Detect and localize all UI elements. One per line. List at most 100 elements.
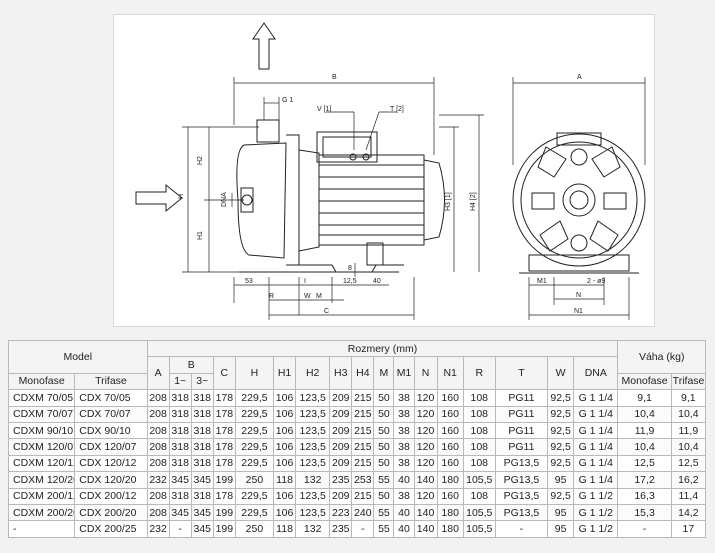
cell-H4: 215 <box>351 454 375 473</box>
cell-H4: 215 <box>351 438 375 456</box>
cell-B-1phase: 318 <box>168 421 192 440</box>
cell-monofase-model: CDXM 120/12 <box>7 454 76 473</box>
cell-M: 55 <box>373 520 395 538</box>
cell-C: 178 <box>212 438 236 456</box>
cell-N1: 160 <box>436 405 464 423</box>
cell-N: 120 <box>413 421 438 440</box>
cell-B-3phase: 345 <box>190 503 214 522</box>
cell-H3: 209 <box>329 487 353 505</box>
cell-H2: 123,5 <box>295 421 331 440</box>
cell-B-3phase: 318 <box>190 389 214 407</box>
cell-B-1phase: - <box>168 520 192 538</box>
cell-H1: 106 <box>273 454 297 473</box>
cell-R: 108 <box>462 389 496 407</box>
header-col-T: T <box>494 356 549 391</box>
label-12-5: 12,5 <box>343 278 357 285</box>
cell-R: 108 <box>462 421 496 440</box>
table-row: CDXM 120/20 CDX 120/20 232 345 345 199 250 118 1… <box>7 471 707 489</box>
cell-DNA: G 1 1/4 <box>573 389 619 407</box>
cell-H1: 106 <box>273 421 297 440</box>
cell-vaha-monofase: 12,5 <box>617 454 672 473</box>
cell-H: 229,5 <box>234 405 275 423</box>
cell-B-1phase: 318 <box>168 487 192 505</box>
cell-B-1phase: 345 <box>168 471 192 489</box>
cell-vaha-trifase: 14,2 <box>670 503 707 522</box>
label-T2: T [2] <box>390 106 404 113</box>
cell-H2: 123,5 <box>295 503 331 522</box>
cell-H: 229,5 <box>234 421 275 440</box>
cell-W: 92,5 <box>547 389 575 407</box>
cell-H3: 209 <box>329 421 353 440</box>
cell-M: 50 <box>373 487 395 505</box>
cell-N: 120 <box>413 389 438 407</box>
cell-H1: 106 <box>273 503 297 522</box>
label-R: R <box>269 293 274 300</box>
cell-M1: 40 <box>393 471 415 489</box>
cell-monofase-model: CDXM 200/12 <box>7 487 76 505</box>
cell-A: 208 <box>146 438 170 456</box>
cell-M1: 40 <box>393 503 415 522</box>
cell-W: 92,5 <box>547 405 575 423</box>
cell-A: 208 <box>146 487 170 505</box>
label-H3: H3 [1] <box>445 192 452 211</box>
table-body: CDXM 70/05 CDX 70/05 208 318 318 178 229,5 106 1… <box>7 389 707 538</box>
cell-trifase-model: CDX 70/05 <box>74 389 148 407</box>
table-row: CDXM 70/07 CDX 70/07 208 318 318 178 229,5 106 1… <box>7 405 707 423</box>
cell-vaha-trifase: 16,2 <box>670 471 707 489</box>
cell-M: 50 <box>373 438 395 456</box>
label-M1: M1 <box>537 278 547 285</box>
cell-vaha-monofase: 10,4 <box>617 405 672 423</box>
cell-H1: 106 <box>273 405 297 423</box>
cell-C: 178 <box>212 405 236 423</box>
cell-T: PG13,5 <box>494 487 549 505</box>
cell-H4: 215 <box>351 487 375 505</box>
cell-R: 108 <box>462 487 496 505</box>
cell-N1: 160 <box>436 454 464 473</box>
cell-M1: 40 <box>393 520 415 538</box>
cell-A: 208 <box>146 389 170 407</box>
cell-vaha-monofase: 10,4 <box>617 438 672 456</box>
header-col-R: R <box>462 356 496 391</box>
cell-M: 50 <box>373 389 395 407</box>
header-col-C: C <box>212 356 236 391</box>
cell-C: 178 <box>212 454 236 473</box>
cell-A: 232 <box>146 520 170 538</box>
cell-DNA: G 1 1/4 <box>573 405 619 423</box>
cell-H4: 215 <box>351 405 375 423</box>
cell-H2: 123,5 <box>295 438 331 456</box>
cell-T: PG11 <box>494 438 549 456</box>
cell-H4: 215 <box>351 421 375 440</box>
cell-H2: 132 <box>295 471 331 489</box>
cell-vaha-trifase: 10,4 <box>670 405 707 423</box>
header-vaha-trifase: Trifase <box>670 372 707 391</box>
cell-A: 208 <box>146 405 170 423</box>
label-H: H <box>178 194 185 199</box>
cell-trifase-model: CDX 120/07 <box>74 438 148 456</box>
cell-T: - <box>494 520 549 538</box>
cell-monofase-model: CDXM 70/07 <box>7 405 76 423</box>
cell-H3: 209 <box>329 454 353 473</box>
cell-vaha-trifase: 10,4 <box>670 438 707 456</box>
cell-trifase-model: CDX 200/25 <box>74 520 148 538</box>
header-col-H1: H1 <box>273 356 297 391</box>
label-M: M <box>316 293 322 300</box>
cell-T: PG13,5 <box>494 503 549 522</box>
cell-DNA: G 1 1/4 <box>573 471 619 489</box>
cell-T: PG11 <box>494 405 549 423</box>
cell-H: 250 <box>234 520 275 538</box>
dimension-table-container: Model Rozmery (mm) Váha (kg) A B C H H1 … <box>7 339 707 538</box>
cell-B-1phase: 318 <box>168 405 192 423</box>
cell-N: 140 <box>413 471 438 489</box>
cell-B-1phase: 318 <box>168 389 192 407</box>
cell-vaha-trifase: 12,5 <box>670 454 707 473</box>
cell-N1: 180 <box>436 471 464 489</box>
cell-vaha-trifase: 11,4 <box>670 487 707 505</box>
cell-H4: 215 <box>351 389 375 407</box>
cell-N1: 160 <box>436 421 464 440</box>
cell-H1: 106 <box>273 438 297 456</box>
cell-H: 229,5 <box>234 389 275 407</box>
cell-trifase-model: CDX 200/12 <box>74 487 148 505</box>
header-col-H3: H3 <box>329 356 353 391</box>
cell-W: 92,5 <box>547 454 575 473</box>
header-col-H: H <box>234 356 275 391</box>
